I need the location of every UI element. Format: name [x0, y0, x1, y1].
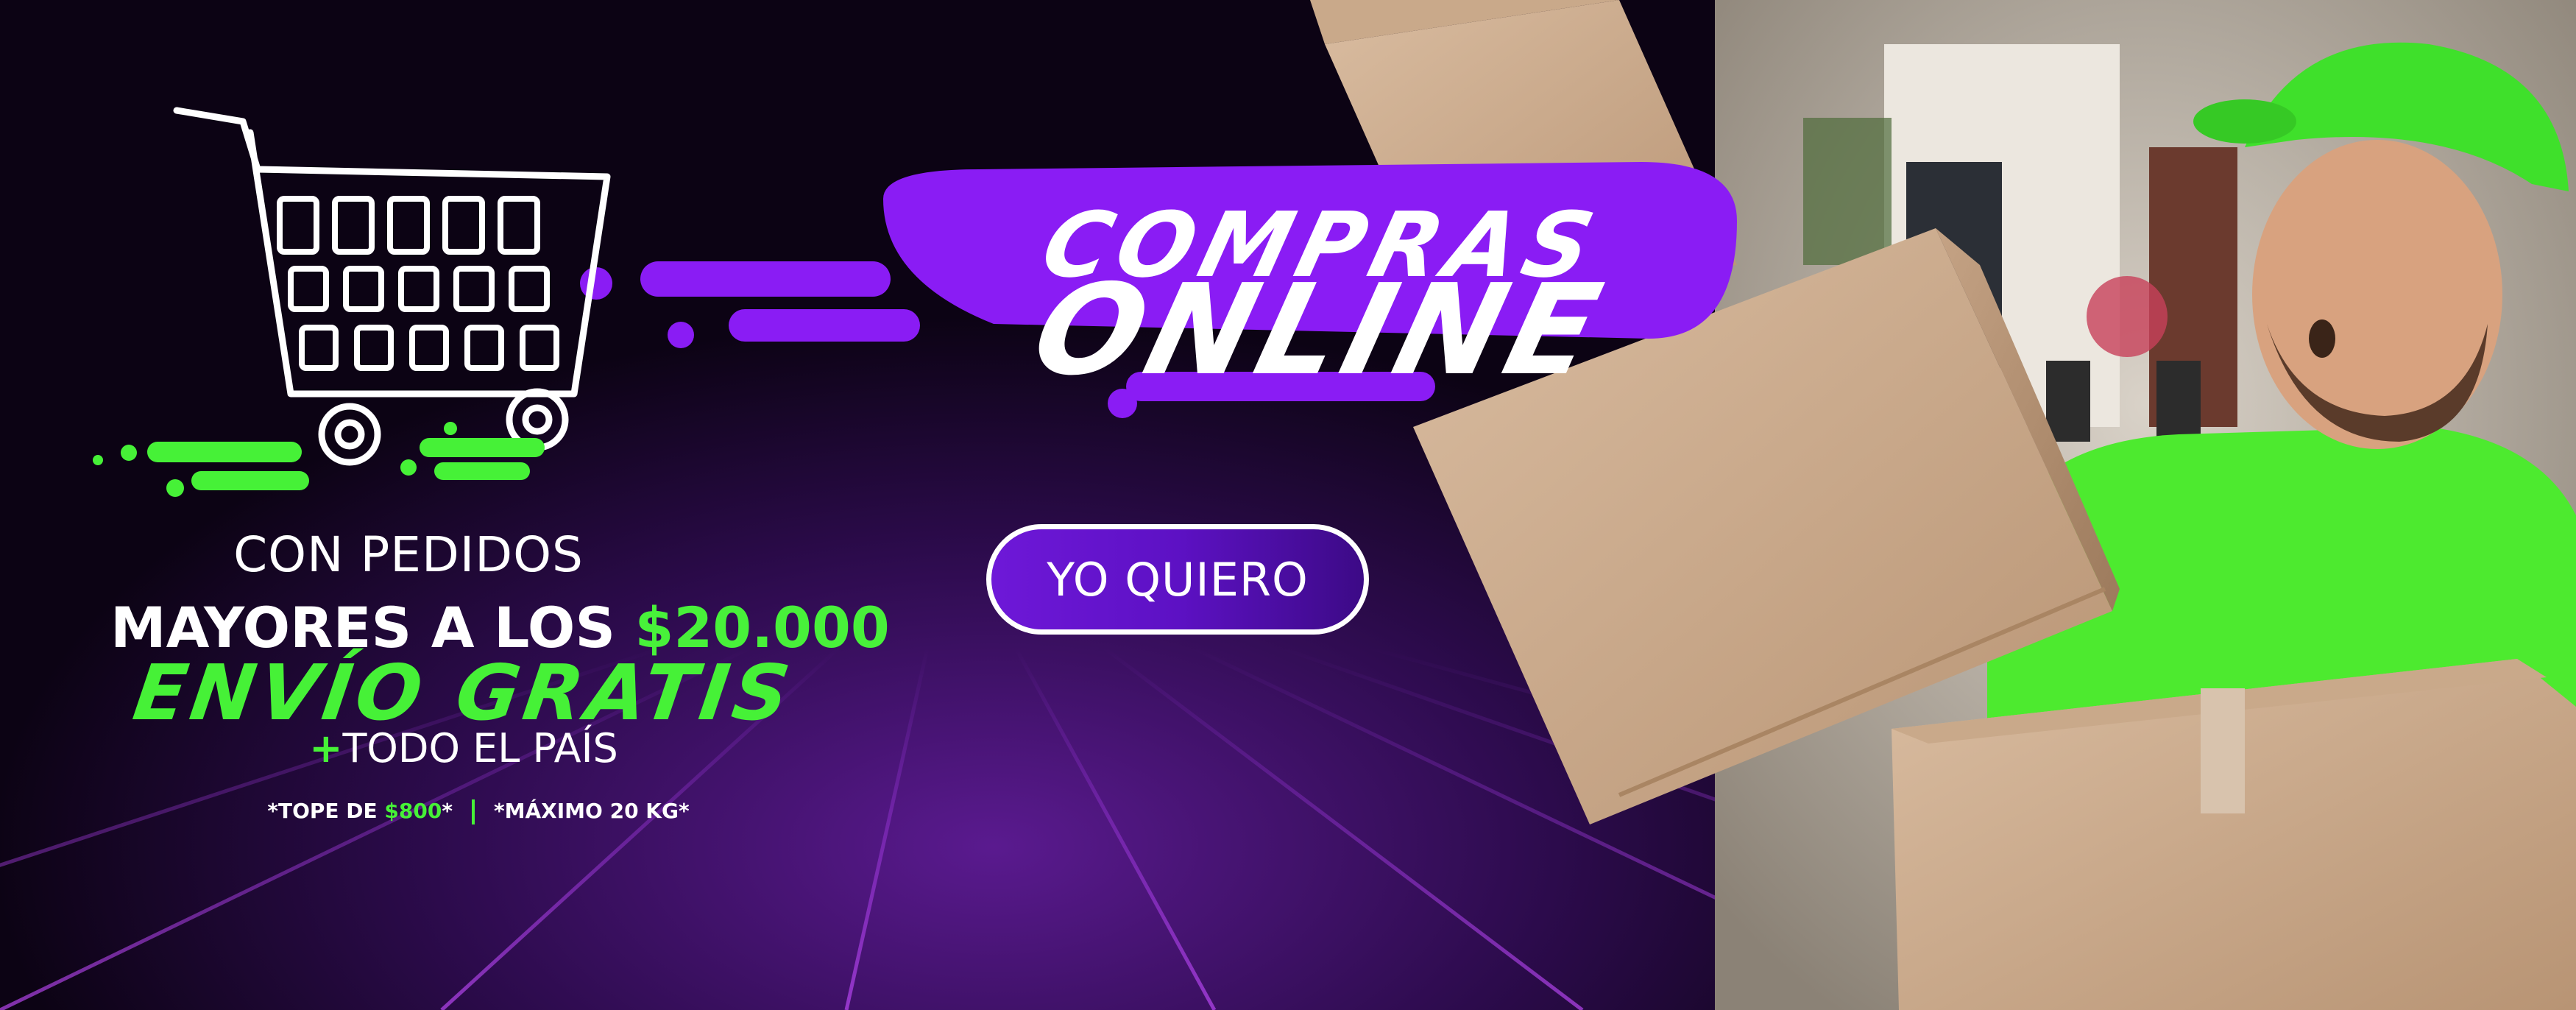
- yo-quiero-button[interactable]: YO QUIERO: [986, 524, 1369, 635]
- fine-print-cap-prefix: *TOPE DE: [267, 799, 385, 823]
- headline-online: ONLINE: [1019, 258, 1619, 403]
- promo-banner: COMPRAS ONLINE YO QUIERO CON PEDIDOS MAY…: [0, 0, 2576, 1010]
- fine-print-cap-suffix: *: [442, 799, 453, 823]
- yo-quiero-button-label: YO QUIERO: [1047, 552, 1309, 607]
- fine-print-weight: *MÁXIMO 20 KG*: [494, 799, 690, 823]
- coverage-text: TODO EL PAÍS: [342, 725, 618, 771]
- fine-print-divider: [472, 799, 475, 824]
- fine-print-cap-amount: $800: [384, 799, 442, 823]
- fine-print: *TOPE DE $800* *MÁXIMO 20 KG*: [221, 799, 736, 824]
- retro-grid-floor: [0, 0, 2576, 1010]
- shopping-cart-icon: [173, 107, 611, 466]
- free-shipping-title: ENVÍO GRATIS: [128, 648, 799, 738]
- coverage-plus: +: [309, 725, 343, 771]
- condition-line-1: CON PEDIDOS: [233, 526, 584, 583]
- coverage-line: +TODO EL PAÍS: [221, 725, 707, 771]
